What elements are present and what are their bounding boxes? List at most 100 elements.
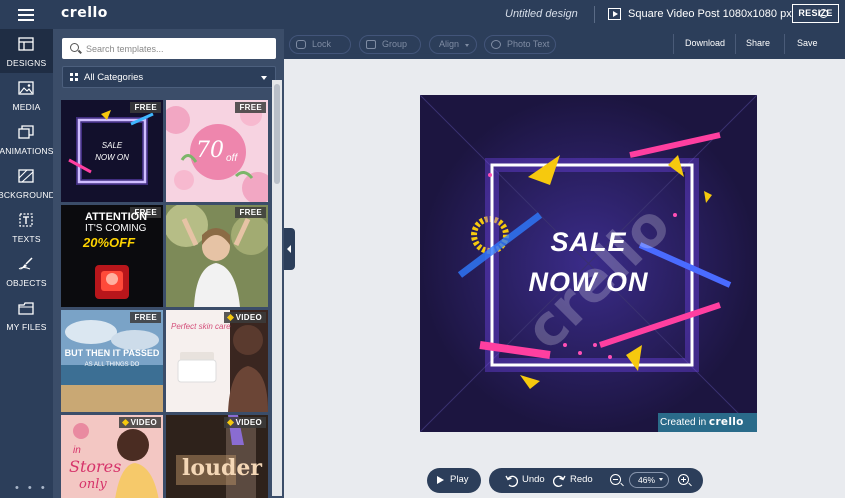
free-badge: FREE <box>235 102 266 113</box>
rail-label: MEDIA <box>12 102 41 112</box>
thumbnail-text: AS ALL THINGS DO <box>84 362 140 368</box>
rail-item-animations[interactable]: ANIMATIONS <box>0 117 53 161</box>
lock-icon <box>296 40 306 49</box>
resize-button[interactable]: RESIZE <box>792 4 839 23</box>
rail-label: ANIMATIONS <box>0 146 54 156</box>
thumbnail-text: NOW ON <box>95 153 129 162</box>
free-badge: FREE <box>235 207 266 218</box>
thumbnail-text: louder <box>182 455 262 481</box>
zoom-in-icon[interactable] <box>678 474 692 487</box>
thumbnail-text: Perfect skin care <box>171 322 231 331</box>
video-format-icon <box>608 8 621 20</box>
premium-icon <box>121 419 129 427</box>
rail-label: OBJECTS <box>6 278 47 288</box>
zoom-select[interactable]: 46% <box>629 472 669 488</box>
grid-icon <box>70 73 78 81</box>
download-button[interactable]: Download <box>685 38 725 48</box>
badge-label: VIDEO <box>235 313 262 322</box>
template-thumbnail[interactable]: FREE SALE NOW ON <box>61 100 163 202</box>
lock-label: Lock <box>312 39 332 49</box>
undo-button[interactable]: Undo <box>522 474 545 485</box>
texts-icon <box>19 213 33 227</box>
align-label: Align <box>439 39 460 49</box>
save-button[interactable]: Save <box>797 38 818 48</box>
free-badge: FREE <box>130 312 161 323</box>
thumbnail-text: ATTENTION <box>85 211 148 223</box>
photo-text-icon <box>491 40 501 49</box>
thumbnail-text: 20%OFF <box>83 235 136 250</box>
premium-icon <box>226 419 234 427</box>
badge-label: VIDEO <box>235 418 262 427</box>
group-label: Group <box>382 39 408 49</box>
photo-text-button[interactable]: Photo Text <box>484 35 556 54</box>
chevron-down-icon <box>659 478 663 481</box>
my-files-icon <box>18 302 34 315</box>
template-thumbnail[interactable]: VIDEO louder <box>166 415 268 498</box>
panel-scrollbar[interactable] <box>272 80 282 496</box>
format-label[interactable]: Square Video Post 1080x1080 px <box>628 8 792 20</box>
thumbnail-text: only <box>79 477 107 492</box>
scrollbar-thumb[interactable] <box>274 84 280 184</box>
animations-icon <box>18 125 34 139</box>
divider <box>673 34 674 54</box>
edit-controls: Undo Redo 46% <box>489 468 703 493</box>
thumbnail-text: SALE <box>101 141 123 150</box>
share-button[interactable]: Share <box>746 38 770 48</box>
search-input[interactable] <box>86 41 266 56</box>
design-canvas[interactable]: crello SALE NOW ON <box>420 95 757 432</box>
more-options-icon[interactable]: • • • <box>15 482 48 494</box>
thumbnail-text: in <box>73 445 81 456</box>
designs-icon <box>18 37 34 51</box>
undo-icon[interactable] <box>505 474 518 487</box>
template-thumbnail[interactable]: FREE <box>166 205 268 307</box>
group-button[interactable]: Group <box>359 35 421 54</box>
template-thumbnail[interactable]: VIDEO in Stores only <box>61 415 163 498</box>
zoom-value: 46% <box>638 475 656 485</box>
created-prefix: Created in <box>660 417 707 428</box>
template-artwork <box>61 310 163 412</box>
rail-item-my-files[interactable]: MY FILES <box>0 293 53 337</box>
video-badge: VIDEO <box>118 417 161 428</box>
media-icon <box>18 81 34 95</box>
rail-item-texts[interactable]: TEXTS <box>0 205 53 249</box>
divider <box>735 34 736 54</box>
play-label: Play <box>450 474 469 485</box>
save-status-icon <box>819 9 828 18</box>
group-icon <box>366 40 376 49</box>
template-thumbnail[interactable]: FREE 70 off <box>166 100 268 202</box>
template-thumbnail[interactable]: VIDEO Perfect skin care <box>166 310 268 412</box>
template-thumbnail[interactable]: FREE BUT THEN IT PASSED AS ALL THINGS DO <box>61 310 163 412</box>
canvas-watermark: crello <box>420 95 757 432</box>
canvas-headline[interactable]: SALE <box>420 227 757 258</box>
search-box[interactable] <box>62 38 276 59</box>
category-dropdown[interactable]: All Categories <box>62 66 276 88</box>
created-in-badge: Created in crello <box>658 413 757 432</box>
thumbnail-text: BUT THEN IT PASSED <box>64 348 160 358</box>
align-button[interactable]: Align <box>429 35 477 54</box>
hamburger-menu-icon[interactable] <box>18 9 34 21</box>
zoom-out-icon[interactable] <box>610 474 624 487</box>
thumbnail-text: IT'S COMING <box>85 223 147 234</box>
collapse-panel-button[interactable] <box>284 228 295 270</box>
divider <box>784 34 785 54</box>
redo-button[interactable]: Redo <box>570 474 593 485</box>
lock-button[interactable]: Lock <box>289 35 351 54</box>
free-badge: FREE <box>130 102 161 113</box>
play-icon <box>437 476 444 484</box>
rail-label: MY FILES <box>6 322 47 332</box>
rail-item-objects[interactable]: OBJECTS <box>0 249 53 293</box>
document-title[interactable]: Untitled design <box>505 8 578 20</box>
badge-label: VIDEO <box>130 418 157 427</box>
redo-icon[interactable] <box>553 474 566 487</box>
rail-item-media[interactable]: MEDIA <box>0 73 53 117</box>
play-button[interactable]: Play <box>427 468 481 493</box>
template-thumbnail[interactable]: FREE ATTENTION IT'S COMING 20%OFF <box>61 205 163 307</box>
video-badge: VIDEO <box>223 417 266 428</box>
rail-item-designs[interactable]: DESIGNS <box>0 29 53 73</box>
rail-item-background[interactable]: BCKGROUND <box>0 161 55 205</box>
template-artwork <box>166 205 268 307</box>
canvas-headline[interactable]: NOW ON <box>420 267 757 298</box>
photo-text-label: Photo Text <box>507 39 550 49</box>
top-bar: crello Untitled design Square Video Post… <box>0 0 845 29</box>
app-logo[interactable]: crello <box>61 5 108 21</box>
